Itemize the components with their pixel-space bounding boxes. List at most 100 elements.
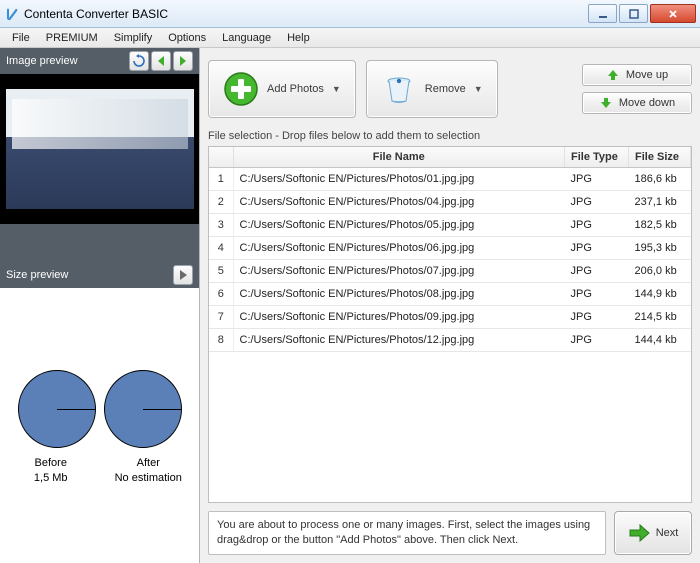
next-button[interactable]: Next xyxy=(614,511,692,555)
caret-down-icon: ▼ xyxy=(332,84,341,94)
titlebar: Contenta Converter BASIC xyxy=(0,0,700,28)
main: Image preview Size preview Before 1, xyxy=(0,48,700,563)
menu-premium[interactable]: PREMIUM xyxy=(38,32,106,44)
cell-size: 182,5 kb xyxy=(629,214,691,237)
cell-size: 144,9 kb xyxy=(629,283,691,306)
menu-simplify[interactable]: Simplify xyxy=(106,32,161,44)
info-text: You are about to process one or many ima… xyxy=(217,519,590,546)
cell-type: JPG xyxy=(565,237,629,260)
right-panel: Add Photos ▼ Remove ▼ Move up Move down … xyxy=(200,48,700,563)
cell-index: 1 xyxy=(209,168,233,191)
cell-size: 144,4 kb xyxy=(629,329,691,352)
cell-name: C:/Users/Softonic EN/Pictures/Photos/12.… xyxy=(233,329,565,352)
table-row[interactable]: 8C:/Users/Softonic EN/Pictures/Photos/12… xyxy=(209,329,691,352)
cell-size: 206,0 kb xyxy=(629,260,691,283)
cell-type: JPG xyxy=(565,191,629,214)
col-filetype[interactable]: File Type xyxy=(565,147,629,168)
caret-down-icon: ▼ xyxy=(474,84,483,94)
table-row[interactable]: 4C:/Users/Softonic EN/Pictures/Photos/06… xyxy=(209,237,691,260)
cell-index: 4 xyxy=(209,237,233,260)
cell-type: JPG xyxy=(565,260,629,283)
prev-button[interactable] xyxy=(151,51,171,71)
cell-index: 5 xyxy=(209,260,233,283)
cell-type: JPG xyxy=(565,283,629,306)
table-row[interactable]: 3C:/Users/Softonic EN/Pictures/Photos/05… xyxy=(209,214,691,237)
table-empty-area[interactable] xyxy=(209,352,691,502)
trash-icon xyxy=(381,71,417,107)
cell-name: C:/Users/Softonic EN/Pictures/Photos/07.… xyxy=(233,260,565,283)
after-value: No estimation xyxy=(104,471,194,485)
app-icon xyxy=(4,6,20,22)
next-button[interactable] xyxy=(173,51,193,71)
cell-size: 195,3 kb xyxy=(629,237,691,260)
table-row[interactable]: 1C:/Users/Softonic EN/Pictures/Photos/01… xyxy=(209,168,691,191)
toolbar: Add Photos ▼ Remove ▼ Move up Move down xyxy=(208,56,692,128)
pie-after xyxy=(104,370,182,448)
close-button[interactable] xyxy=(650,4,696,23)
menu-options[interactable]: Options xyxy=(160,32,214,44)
table-header: File Name File Type File Size xyxy=(209,147,691,168)
footer: You are about to process one or many ima… xyxy=(208,511,692,555)
arrow-right-icon xyxy=(628,522,650,544)
file-table: File Name File Type File Size 1C:/Users/… xyxy=(208,146,692,503)
table-row[interactable]: 6C:/Users/Softonic EN/Pictures/Photos/08… xyxy=(209,283,691,306)
menu-file[interactable]: File xyxy=(4,32,38,44)
cell-type: JPG xyxy=(565,306,629,329)
left-panel: Image preview Size preview Before 1, xyxy=(0,48,200,563)
cell-name: C:/Users/Softonic EN/Pictures/Photos/09.… xyxy=(233,306,565,329)
col-filename[interactable]: File Name xyxy=(233,147,565,168)
cell-index: 6 xyxy=(209,283,233,306)
image-preview-header: Image preview xyxy=(0,48,199,74)
cell-size: 186,6 kb xyxy=(629,168,691,191)
remove-button[interactable]: Remove ▼ xyxy=(366,60,498,118)
size-preview-label: Size preview xyxy=(6,269,68,281)
refresh-button[interactable] xyxy=(129,51,149,71)
file-selection-hint: File selection - Drop files below to add… xyxy=(208,128,692,146)
col-index[interactable] xyxy=(209,147,233,168)
reorder-buttons: Move up Move down xyxy=(582,64,692,114)
cell-index: 8 xyxy=(209,329,233,352)
before-title: Before xyxy=(6,456,96,470)
move-up-button[interactable]: Move up xyxy=(582,64,692,86)
play-button[interactable] xyxy=(173,265,193,285)
after-label: After No estimation xyxy=(104,456,194,485)
window-title: Contenta Converter BASIC xyxy=(24,7,168,21)
remove-label: Remove xyxy=(425,83,466,95)
move-down-button[interactable]: Move down xyxy=(582,92,692,114)
minimize-button[interactable] xyxy=(588,4,617,23)
next-label: Next xyxy=(656,527,679,539)
image-preview xyxy=(0,74,200,224)
cell-index: 2 xyxy=(209,191,233,214)
before-label: Before 1,5 Mb xyxy=(6,456,96,485)
col-filesize[interactable]: File Size xyxy=(629,147,691,168)
arrow-up-icon xyxy=(606,68,620,82)
size-preview-header: Size preview xyxy=(0,262,199,288)
cell-type: JPG xyxy=(565,329,629,352)
preview-thumbnail xyxy=(6,89,194,209)
plus-icon xyxy=(223,71,259,107)
add-photos-button[interactable]: Add Photos ▼ xyxy=(208,60,356,118)
table-row[interactable]: 7C:/Users/Softonic EN/Pictures/Photos/09… xyxy=(209,306,691,329)
cell-name: C:/Users/Softonic EN/Pictures/Photos/08.… xyxy=(233,283,565,306)
info-box: You are about to process one or many ima… xyxy=(208,511,606,555)
cell-index: 3 xyxy=(209,214,233,237)
arrow-down-icon xyxy=(599,96,613,110)
preview-tools xyxy=(129,51,193,71)
cell-size: 237,1 kb xyxy=(629,191,691,214)
pie-before xyxy=(18,370,96,448)
add-photos-label: Add Photos xyxy=(267,83,324,95)
cell-name: C:/Users/Softonic EN/Pictures/Photos/04.… xyxy=(233,191,565,214)
before-value: 1,5 Mb xyxy=(6,471,96,485)
spacer xyxy=(0,224,199,262)
maximize-button[interactable] xyxy=(619,4,648,23)
table-row[interactable]: 5C:/Users/Softonic EN/Pictures/Photos/07… xyxy=(209,260,691,283)
cell-name: C:/Users/Softonic EN/Pictures/Photos/05.… xyxy=(233,214,565,237)
menu-help[interactable]: Help xyxy=(279,32,318,44)
cell-type: JPG xyxy=(565,168,629,191)
cell-name: C:/Users/Softonic EN/Pictures/Photos/06.… xyxy=(233,237,565,260)
table-row[interactable]: 2C:/Users/Softonic EN/Pictures/Photos/04… xyxy=(209,191,691,214)
size-charts: Before 1,5 Mb After No estimation xyxy=(0,288,199,563)
move-down-label: Move down xyxy=(619,97,675,109)
cell-type: JPG xyxy=(565,214,629,237)
menu-language[interactable]: Language xyxy=(214,32,279,44)
